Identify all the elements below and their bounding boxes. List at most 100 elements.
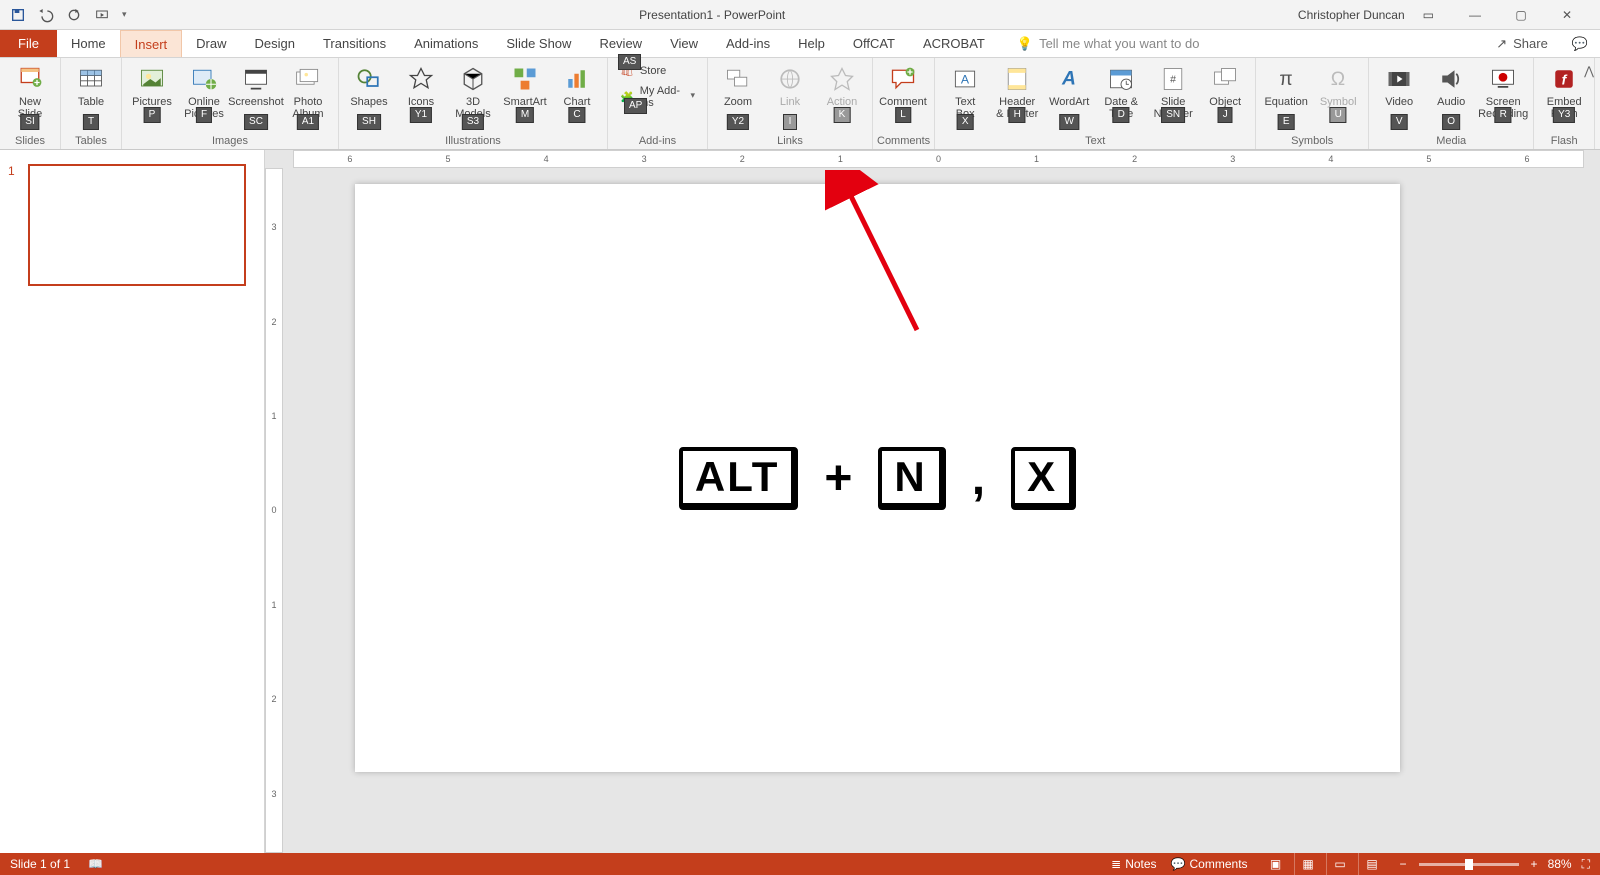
vertical-ruler[interactable]: 3 2 1 0 1 2 3 [265,168,283,853]
slide-canvas[interactable]: ALT + N , X [355,184,1400,772]
group-links: Zoom Y2 Link I Action K Links [708,58,873,149]
sorter-view-button[interactable]: ▦ [1294,853,1322,875]
audio-button[interactable]: Audio O [1425,60,1477,127]
plus-sign: + [824,451,852,506]
equation-button[interactable]: π Equation E [1260,60,1312,127]
redo-icon[interactable] [66,7,82,23]
keytip: V [1391,114,1408,130]
tell-me[interactable]: 💡 Tell me what you want to do [999,30,1200,57]
smartart-button[interactable]: SmartArt M [499,60,551,120]
screen-recording-button[interactable]: Screen Recording R [1477,60,1529,120]
tab-help[interactable]: Help [784,30,839,57]
3d-models-button[interactable]: 3D Models S3 [447,60,499,127]
my-addins-button[interactable]: 🧩 My Add-ins AP [614,83,701,111]
tab-file[interactable]: File [0,30,57,57]
normal-view-button[interactable]: ▣ [1262,853,1290,875]
wordart-button[interactable]: A WordArt W [1043,60,1095,127]
title-bar: ▾ Presentation1 - PowerPoint Christopher… [0,0,1600,30]
video-button[interactable]: Video V [1373,60,1425,127]
keytip: R [1495,107,1512,123]
tab-review[interactable]: Review [585,30,656,57]
zoom-in-button[interactable]: + [1531,857,1538,871]
photo-album-button[interactable]: Photo Album A1 [282,60,334,127]
account-name[interactable]: Christopher Duncan [1298,8,1405,22]
zoom-out-button[interactable]: − [1400,857,1407,871]
group-symbols: π Equation E Ω Symbol U Symbols [1256,58,1369,149]
tab-view[interactable]: View [656,30,712,57]
slide-thumbnail-1[interactable] [28,164,246,286]
keytip: J [1218,107,1233,123]
keytip: I [783,114,797,130]
table-button[interactable]: Table T [65,60,117,127]
ruler-tick: 4 [1328,154,1333,164]
group-label: Media [1373,134,1529,149]
shapes-button[interactable]: Shapes SH [343,60,395,127]
keytip: D [1113,107,1130,123]
smartart-icon [511,62,539,96]
tab-add-ins[interactable]: Add-ins [712,30,784,57]
comments-pane-button[interactable]: 💬 [1560,30,1600,57]
tab-offcat[interactable]: OffCAT [839,30,909,57]
link-button: Link I [764,60,816,127]
horizontal-ruler[interactable]: 6 5 4 3 2 1 0 1 2 3 4 5 6 [293,150,1584,168]
tab-animations[interactable]: Animations [400,30,492,57]
date-time-button[interactable]: Date & Time D [1095,60,1147,120]
minimize-button[interactable]: — [1452,0,1498,30]
new-slide-button[interactable]: New Slide SI [4,60,56,127]
slide-thumbnail-pane[interactable]: 1 [0,150,265,853]
zoom-button[interactable]: Zoom Y2 [712,60,764,127]
tab-acrobat[interactable]: ACROBAT [909,30,999,57]
header-footer-button[interactable]: Header & Footer H [991,60,1043,120]
ruler-tick: 0 [271,505,276,515]
slide-number-button[interactable]: # Slide Number SN [1147,60,1199,120]
svg-text:A: A [1061,68,1076,89]
close-button[interactable]: ✕ [1544,0,1590,30]
group-tables: Table T Tables [61,58,122,149]
slideshow-view-button[interactable]: ▤ [1358,853,1386,875]
wordart-icon: A [1055,62,1083,96]
group-label: Slides [4,134,56,149]
video-icon [1385,62,1413,96]
text-box-button[interactable]: A Text Box X [939,60,991,127]
zoom-slider[interactable] [1419,863,1519,866]
keytip: M [516,107,534,123]
store-button[interactable]: AS 🛍 Store [614,62,672,79]
fit-to-window-button[interactable]: ⛶ [1582,857,1590,872]
icons-button[interactable]: Icons Y1 [395,60,447,120]
reading-view-button[interactable]: ▭ [1326,853,1354,875]
keycap-alt: ALT [679,447,799,510]
start-from-beginning-icon[interactable] [94,7,110,23]
group-label: Text [939,134,1251,149]
tab-slide-show[interactable]: Slide Show [492,30,585,57]
undo-icon[interactable] [38,7,54,23]
comment-button[interactable]: Comment L [877,60,929,120]
tab-insert[interactable]: Insert [120,30,183,57]
tab-draw[interactable]: Draw [182,30,240,57]
thumbnail-row[interactable]: 1 [8,164,256,286]
tab-transitions[interactable]: Transitions [309,30,400,57]
lightbulb-icon: 💡 [1017,36,1033,52]
object-button[interactable]: Object J [1199,60,1251,120]
keycap-x: X [1011,447,1076,510]
online-pictures-icon [190,62,218,96]
slide-counter[interactable]: Slide 1 of 1 [10,857,70,871]
group-label: Links [712,134,868,149]
save-icon[interactable] [10,7,26,23]
tab-home[interactable]: Home [57,30,120,57]
chart-button[interactable]: Chart C [551,60,603,120]
pictures-icon [138,62,166,96]
spellcheck-icon[interactable]: 📖 [88,857,103,871]
pictures-button[interactable]: Pictures P [126,60,178,120]
online-pictures-button[interactable]: Online Pictures F [178,60,230,120]
embed-flash-button[interactable]: f Embed Flash Y3 [1538,60,1590,120]
notes-button[interactable]: ≣ Notes [1111,857,1156,871]
maximize-button[interactable]: ▢ [1498,0,1544,30]
screenshot-button[interactable]: Screenshot SC [230,60,282,127]
keytip: T [83,114,99,130]
ribbon-display-options-icon[interactable]: ▭ [1423,8,1434,22]
zoom-level[interactable]: 88% [1548,857,1572,871]
comments-button[interactable]: 💬 Comments [1171,857,1248,871]
share-button[interactable]: ↗ Share [1484,30,1560,57]
tab-design[interactable]: Design [241,30,309,57]
keytip: Y1 [410,107,432,123]
